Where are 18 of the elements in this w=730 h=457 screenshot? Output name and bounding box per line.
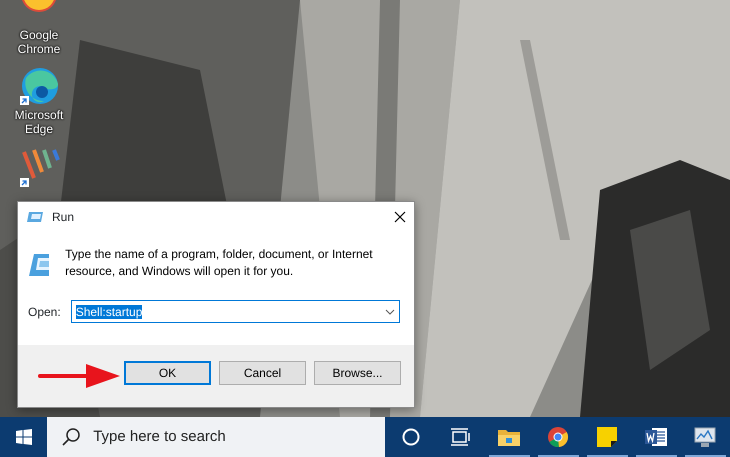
search-placeholder: Type here to search bbox=[93, 426, 226, 447]
edge-icon[interactable] bbox=[18, 66, 60, 108]
search-icon bbox=[61, 427, 82, 447]
icon-label[interactable]: Microsoft Edge bbox=[6, 108, 72, 136]
open-label: Open: bbox=[28, 304, 61, 320]
window-title: Run bbox=[52, 209, 76, 226]
icon-label[interactable]: Google Chrome bbox=[6, 28, 72, 56]
prompt-text: Type the name of a program, folder, document, or Internet resource, and Windows will open it for you. bbox=[65, 246, 374, 280]
field-value: Shell:startup bbox=[76, 304, 142, 318]
windows-logo-icon bbox=[16, 429, 32, 445]
cancel-button[interactable]: Cancel bbox=[219, 361, 306, 385]
search-field[interactable]: Type here to search bbox=[47, 417, 385, 457]
ok-button[interactable]: OK bbox=[124, 361, 211, 385]
run-icon bbox=[26, 211, 44, 223]
open-combo-field[interactable]: Shell:startup bbox=[70, 300, 400, 323]
browse-button[interactable]: Browse... bbox=[314, 361, 401, 385]
dropdown-caret-icon[interactable] bbox=[385, 308, 395, 314]
run-icon bbox=[28, 252, 50, 278]
